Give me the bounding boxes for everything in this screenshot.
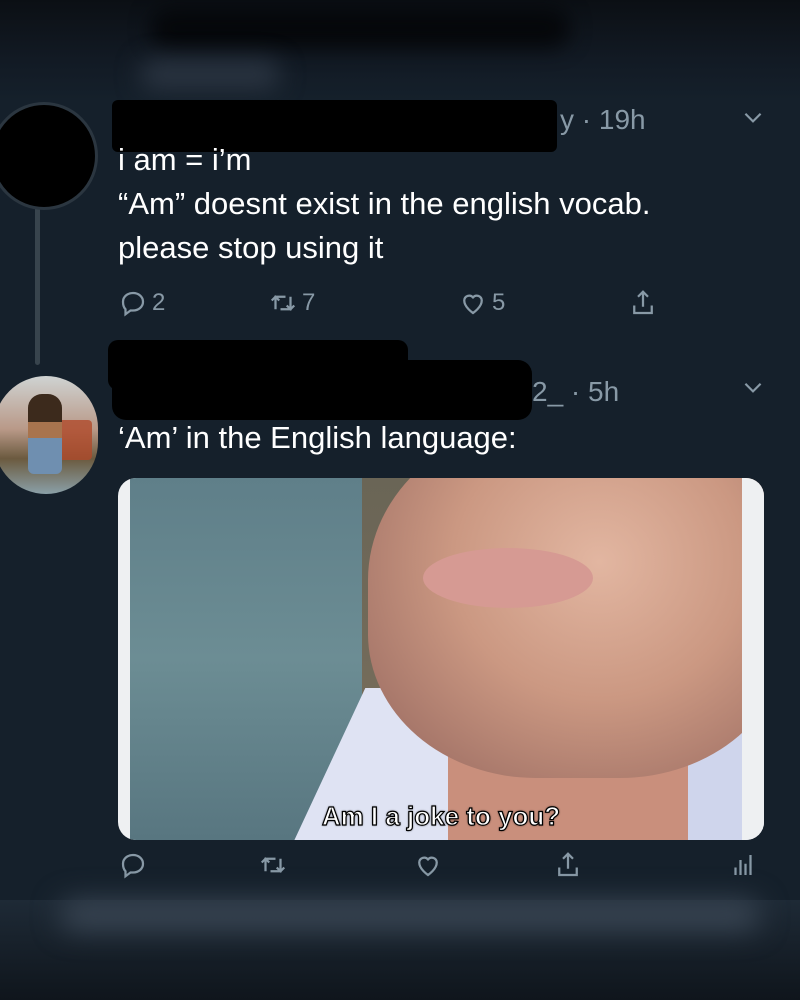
chevron-down-icon[interactable] [740, 104, 766, 137]
like-count: 5 [492, 289, 506, 316]
tweet-meta: 2_ · 5h [532, 376, 620, 407]
analytics-button[interactable] [728, 850, 758, 880]
tweet[interactable]: 2_ · 5h ‘Am’ in the English language: Am… [0, 340, 800, 900]
tweet-text-line: “Am” doesnt exist in the english vocab. [118, 186, 651, 221]
retweet-button[interactable]: 7 [268, 288, 315, 318]
reply-icon [121, 853, 145, 879]
reply-button[interactable] [118, 850, 148, 880]
heart-icon [418, 856, 438, 877]
tweet-text-line: ‘Am’ in the English language: [118, 420, 517, 455]
like-button[interactable] [413, 850, 443, 880]
tweet-actions [118, 850, 778, 890]
share-icon [633, 290, 653, 315]
meme-image[interactable]: Am I a joke to you? [118, 478, 764, 840]
tweet-meta: y · 19h [560, 104, 646, 135]
heart-icon [463, 294, 483, 315]
retweet-count: 7 [302, 289, 316, 316]
tweet-text: i am = i’m “Am” doesnt exist in the engl… [118, 138, 650, 270]
blurred-header [0, 0, 800, 100]
chevron-down-icon[interactable] [740, 374, 766, 407]
avatar[interactable] [0, 102, 98, 210]
tweet-text: ‘Am’ in the English language: [118, 416, 517, 460]
avatar[interactable] [0, 376, 98, 494]
reply-icon [121, 291, 145, 317]
tweet-text-line: please stop using it [118, 230, 384, 265]
reply-button[interactable]: 2 [118, 288, 165, 318]
tweet-text-line: i am = i’m [118, 142, 252, 177]
meme-caption: Am I a joke to you? [321, 800, 561, 831]
share-icon [558, 852, 578, 877]
retweet-button[interactable] [258, 850, 288, 880]
tweet[interactable]: y · 19h i am = i’m “Am” doesnt exist in … [0, 100, 800, 350]
analytics-icon [734, 855, 752, 875]
retweet-icon [260, 857, 286, 873]
like-button[interactable]: 5 [458, 288, 505, 318]
retweet-icon [270, 295, 296, 311]
redacted-handle [112, 360, 532, 420]
share-button[interactable] [628, 288, 658, 318]
tweet-actions: 2 7 5 [118, 288, 778, 328]
share-button[interactable] [553, 850, 583, 880]
blurred-footer [0, 900, 800, 1000]
reply-count: 2 [152, 289, 166, 316]
